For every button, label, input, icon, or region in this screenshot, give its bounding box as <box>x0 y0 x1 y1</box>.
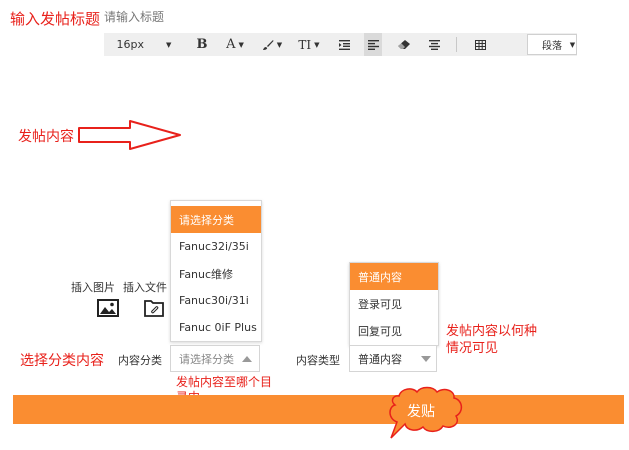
image-icon[interactable] <box>97 299 119 317</box>
file-icon[interactable] <box>144 298 164 317</box>
editor-toolbar: 16px ▼ B A ▼ ▼ TI ▼ 段落 ▼ <box>104 33 577 56</box>
text-style-icon: TI <box>298 37 312 52</box>
category-option[interactable]: Fanuc32i/35i <box>171 233 261 260</box>
font-size-select[interactable]: 16px ▼ <box>104 33 184 56</box>
content-type-option[interactable]: 回复可见 <box>350 317 438 344</box>
content-type-option[interactable]: 登录可见 <box>350 290 438 317</box>
font-color-button[interactable]: A ▼ <box>220 33 250 56</box>
font-color-icon: A <box>226 37 236 52</box>
indent-icon <box>338 39 350 50</box>
content-type-option[interactable]: 普通内容 <box>350 263 438 290</box>
visibility-annotation: 发帖内容以何种情况可见 <box>446 324 538 356</box>
text-style-button[interactable]: TI ▼ <box>294 33 324 56</box>
indent-button[interactable] <box>334 33 354 56</box>
category-select-value: 请选择分类 <box>179 352 234 366</box>
brush-button[interactable]: ▼ <box>258 33 286 56</box>
chevron-down-icon <box>421 356 431 362</box>
brush-icon <box>262 39 274 50</box>
table-button[interactable] <box>470 33 490 56</box>
eraser-icon <box>398 39 410 49</box>
category-option[interactable]: Fanuc维修 <box>171 260 261 287</box>
paragraph-chevron-icon: ▼ <box>569 40 576 49</box>
content-type-dropdown: 普通内容 登录可见 回复可见 <box>349 262 439 346</box>
title-annotation: 输入发帖标题 <box>10 10 101 28</box>
align-left-icon <box>367 39 379 50</box>
align-center-button[interactable] <box>424 33 444 56</box>
chevron-down-icon: ▼ <box>166 40 172 49</box>
toolbar-divider <box>456 37 457 52</box>
chevron-down-icon: ▼ <box>238 40 244 49</box>
align-left-button[interactable] <box>364 33 382 56</box>
content-type-label: 内容类型 <box>296 354 340 367</box>
table-icon <box>474 39 486 50</box>
title-input[interactable] <box>104 8 404 26</box>
bold-icon: B <box>196 37 208 52</box>
category-dropdown: 请选择分类 Fanuc32i/35i Fanuc维修 Fanuc30i/31i … <box>170 200 262 342</box>
category-option[interactable]: Fanuc30i/31i <box>171 287 261 314</box>
category-label: 内容分类 <box>118 354 162 367</box>
category-annotation: 选择分类内容 <box>20 353 104 369</box>
align-center-icon <box>428 39 440 50</box>
category-option[interactable]: Fanuc 0iF Plus <box>171 314 261 341</box>
submit-button[interactable]: 发贴 <box>407 401 435 421</box>
font-size-value: 16px <box>116 38 145 51</box>
insert-file-label: 插入文件 <box>123 281 167 294</box>
chevron-down-icon: ▼ <box>314 40 320 49</box>
eraser-button[interactable] <box>394 33 414 56</box>
content-type-select-value: 普通内容 <box>358 352 402 366</box>
content-annotation: 发帖内容 <box>18 129 74 145</box>
bold-button[interactable]: B <box>190 33 214 56</box>
chevron-up-icon <box>242 356 252 362</box>
submit-bar[interactable] <box>13 395 624 424</box>
arrow-right-icon <box>78 120 181 150</box>
paragraph-value: 段落 <box>542 41 562 52</box>
insert-image-label: 插入图片 <box>71 281 115 294</box>
chevron-down-icon: ▼ <box>276 40 283 49</box>
category-option[interactable]: 请选择分类 <box>171 206 261 233</box>
